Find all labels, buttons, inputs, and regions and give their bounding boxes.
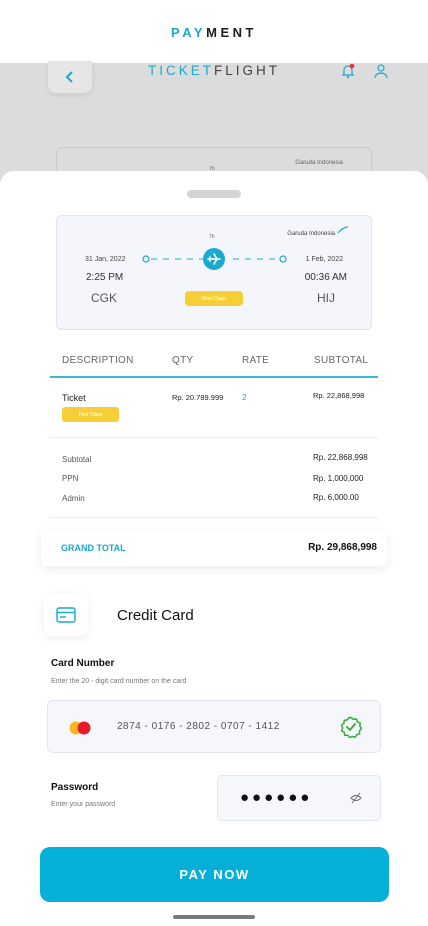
sheet-drag-handle[interactable] [187,190,241,198]
page-title-part2: MENT [206,24,257,40]
payment-method-title: Credit Card [117,607,194,624]
background-page: TICKETFLIGHT 7h Garuda Indonesia [0,61,428,187]
arrival-code: HIJ [317,291,335,305]
table-row: Ticket First Class Rp. 20.789.999 2 Rp. … [50,378,378,438]
table-header: DESCRIPTION QTY RATE SUBTOTAL [50,354,378,378]
mastercard-icon [69,721,91,735]
header-rate: RATE [242,355,270,366]
departure-time: 2:25 PM [86,272,124,283]
password-value: ●●●●●● [240,789,313,806]
flight-card: Garuda Indonesia 7h 31 Jan, 2022 1 Feb, … [56,215,372,330]
airline-name: Garuda Indonesia [287,231,335,237]
item-name: Ticket [62,393,86,403]
user-icon[interactable] [373,63,389,79]
card-number-value: 2874 - 0176 - 2802 - 0707 - 1412 [117,721,280,732]
item-rate: 2 [242,393,247,402]
brand-part2: FLIGHT [214,63,281,78]
card-number-label: Card Number [51,658,115,669]
item-class-badge: First Class [62,407,119,422]
summary-section: Subtotal Rp. 22,868,998 PPN Rp. 1,000,00… [50,438,378,518]
summary-label-ppn: PPN [62,474,79,483]
item-subtotal: Rp. 22,868,998 [313,391,365,400]
departure-code: CGK [91,291,118,305]
departure-date: 31 Jan, 2022 [85,256,126,263]
background-airline: Garuda Indonesia [295,160,343,166]
airplane-icon [203,248,225,270]
password-help: Enter your password [51,801,116,808]
header-description: DESCRIPTION [62,355,134,366]
password-label: Password [51,782,99,793]
grand-total-label: GRAND TOTAL [61,543,126,553]
card-number-help: Enter the 20 - digit card number on the … [51,678,187,685]
credit-card-icon [56,607,76,623]
page-title: PAYMENT [171,25,257,40]
payment-method-icon-box[interactable] [44,594,88,636]
grand-total-value: Rp. 29,868,998 [308,542,377,553]
summary-label-subtotal: Subtotal [62,455,92,464]
payment-sheet: Garuda Indonesia 7h 31 Jan, 2022 1 Feb, … [0,171,428,926]
header: PAYMENT [0,0,428,64]
summary-value-subtotal: Rp. 22,868,998 [313,453,368,462]
brand-part1: TICKET [147,63,214,78]
header-qty: QTY [172,355,194,366]
card-number-field[interactable]: 2874 - 0176 - 2802 - 0707 - 1412 [47,700,381,753]
password-field[interactable]: ●●●●●● [217,775,381,821]
arrival-date: 1 Feb, 2022 [305,256,343,263]
eye-off-icon[interactable] [350,792,362,804]
home-indicator [173,915,255,919]
page-title-part1: PAY [171,24,207,40]
pay-now-button[interactable]: PAY NOW [40,847,389,902]
arrival-time: 00:36 AM [304,272,347,283]
summary-value-ppn: Rp. 1,000,000 [313,474,364,483]
brand-logo: TICKETFLIGHT [0,63,428,79]
summary-label-admin: Admin [62,494,85,503]
item-qty: Rp. 20.789.999 [172,393,224,402]
airline-logo-icon [337,226,349,234]
header-subtotal: SUBTOTAL [314,355,369,366]
bell-icon[interactable] [340,63,356,79]
class-badge: First Class [185,291,243,306]
verified-check-icon [340,716,362,738]
flight-duration: 7h [209,234,215,240]
summary-value-admin: Rp. 6,000.00 [313,493,359,502]
grand-total: GRAND TOTAL Rp. 29,868,998 [41,530,387,566]
